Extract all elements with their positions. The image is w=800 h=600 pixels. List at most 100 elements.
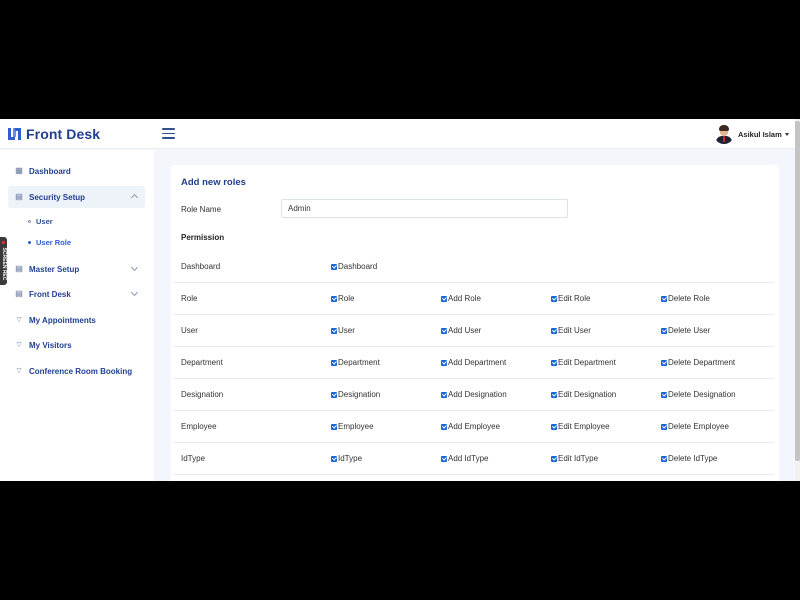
checkbox-checked-icon[interactable] [441,295,447,302]
permission-name: Dashboard [181,262,221,271]
permission-checkbox[interactable]: Delete Designation [661,390,736,399]
sidebar-item-label: Security Setup [29,192,86,202]
checkbox-checked-icon[interactable] [331,359,337,366]
signal-icon: ⌔ [15,366,23,375]
checkbox-checked-icon[interactable] [331,455,337,462]
checkbox-checked-icon[interactable] [661,391,667,398]
checkbox-checked-icon[interactable] [441,359,447,366]
permission-checkbox[interactable]: Delete Role [661,294,710,303]
permission-checkbox-label: Add Department [448,358,507,367]
permission-checkbox[interactable]: Edit Role [551,294,590,303]
checkbox-checked-icon[interactable] [551,455,557,462]
permission-row: Department Department Add Department Edit D… [174,347,774,379]
permission-checkbox[interactable]: Department [331,358,380,367]
permission-checkbox[interactable]: Delete Employee [661,422,729,431]
permission-checkbox[interactable]: Delete Department [661,358,735,367]
logo[interactable]: Front Desk [8,125,100,143]
sidebar-subitem-user[interactable]: User [28,217,53,226]
checkbox-checked-icon[interactable] [661,327,667,334]
checkbox-checked-icon[interactable] [331,423,337,430]
permission-row: Role Role Add Role Edit Role Delete Role [174,283,774,315]
sidebar-subitem-user-role[interactable]: User Role [28,238,71,247]
permission-checkbox[interactable]: Role [331,294,354,303]
permission-checkbox[interactable]: Add IdType [441,454,488,463]
signal-icon: ⌔ [15,340,23,349]
permission-checkbox[interactable]: Employee [331,422,374,431]
table-icon: ▤ [15,289,23,298]
checkbox-checked-icon[interactable] [661,455,667,462]
permission-checkbox-label: Add IdType [448,454,489,463]
menu-toggle-icon[interactable] [162,128,175,139]
permission-checkbox-label: Employee [338,422,374,431]
sidebar-item-my-visitors[interactable]: ⌔ My Visitors [8,334,145,356]
checkbox-checked-icon[interactable] [551,295,557,302]
chevron-up-icon [130,193,139,202]
screen-recorder-label: SCREEN REC [1,247,7,281]
sidebar-item-label: Conference Room Booking [29,366,133,376]
permission-checkbox-label: Edit IdType [558,454,599,463]
checkbox-checked-icon[interactable] [661,295,667,302]
signal-icon: ⌔ [15,315,23,324]
permission-checkbox-label: Designation [338,390,381,399]
permission-checkbox[interactable]: Add Designation [441,390,507,399]
permission-checkbox[interactable]: Edit Department [551,358,616,367]
checkbox-checked-icon[interactable] [551,423,557,430]
permission-checkbox[interactable]: Designation [331,390,380,399]
user-menu[interactable]: Asikul Islam [714,123,789,145]
user-name: Asikul Islam [738,129,782,139]
permission-checkbox[interactable]: Delete User [661,326,710,335]
checkbox-checked-icon[interactable] [331,263,337,270]
sidebar-item-front-desk[interactable]: ▤ Front Desk [8,283,145,305]
checkbox-checked-icon[interactable] [661,359,667,366]
role-name-input[interactable] [281,199,568,218]
checkbox-checked-icon[interactable] [551,359,557,366]
screen-recorder-tab[interactable]: SCREEN REC [0,237,7,285]
table-icon: ▤ [15,264,23,273]
permission-checkbox-label: Add Employee [448,422,501,431]
permission-checkbox[interactable]: Add Department [441,358,506,367]
sidebar-item-my-appointments[interactable]: ⌔ My Appointments [8,309,145,331]
permission-checkbox[interactable]: Edit Employee [551,422,610,431]
permission-row: Designation Designation Add Designation Edi… [174,379,774,411]
permission-checkbox[interactable]: Add User [441,326,481,335]
scrollbar[interactable] [795,119,800,481]
app-viewport: Front Desk Asikul Islam ▦ Dashboard ▤ Se… [0,119,800,481]
sidebar-item-master-setup[interactable]: ▤ Master Setup [8,258,145,280]
checkbox-checked-icon[interactable] [441,327,447,334]
sidebar-subitem-label: User Role [36,238,72,247]
checkbox-checked-icon[interactable] [331,327,337,334]
permission-heading: Permission [181,233,225,242]
checkbox-checked-icon[interactable] [661,423,667,430]
permission-checkbox[interactable]: Edit User [551,326,591,335]
sidebar-item-security-setup[interactable]: ▤ Security Setup [8,186,145,208]
permission-checkbox[interactable]: Add Employee [441,422,500,431]
sidebar-item-dashboard[interactable]: ▦ Dashboard [8,160,145,182]
permission-checkbox-label: Edit Department [558,358,616,367]
checkbox-checked-icon[interactable] [331,295,337,302]
permission-checkbox[interactable]: IdType [331,454,362,463]
permission-checkbox[interactable]: Delete IdType [661,454,717,463]
permission-checkbox[interactable]: Dashboard [331,262,377,271]
sidebar-item-label: Master Setup [29,264,80,274]
checkbox-checked-icon[interactable] [441,391,447,398]
permission-checkbox[interactable]: Edit Designation [551,390,616,399]
checkbox-checked-icon[interactable] [551,391,557,398]
permission-checkbox[interactable]: Edit IdType [551,454,598,463]
permission-checkbox[interactable]: Add Role [441,294,481,303]
permission-name: Department [181,358,223,367]
permission-checkbox[interactable]: User [331,326,355,335]
checkbox-checked-icon[interactable] [441,455,447,462]
logo-text: Front Desk [26,126,101,142]
row-divider [174,474,774,475]
checkbox-checked-icon[interactable] [331,391,337,398]
bullet-icon [28,220,31,223]
permission-checkbox-label: Delete Employee [668,422,729,431]
permission-name: IdType [181,454,206,463]
permission-checkbox-label: Add Role [448,294,481,303]
sidebar-item-conference-room-booking[interactable]: ⌔ Conference Room Booking [8,360,145,382]
chevron-down-icon [130,263,139,272]
checkbox-checked-icon[interactable] [441,423,447,430]
scrollbar-thumb[interactable] [795,121,800,461]
caret-down-icon [784,132,789,136]
checkbox-checked-icon[interactable] [551,327,557,334]
